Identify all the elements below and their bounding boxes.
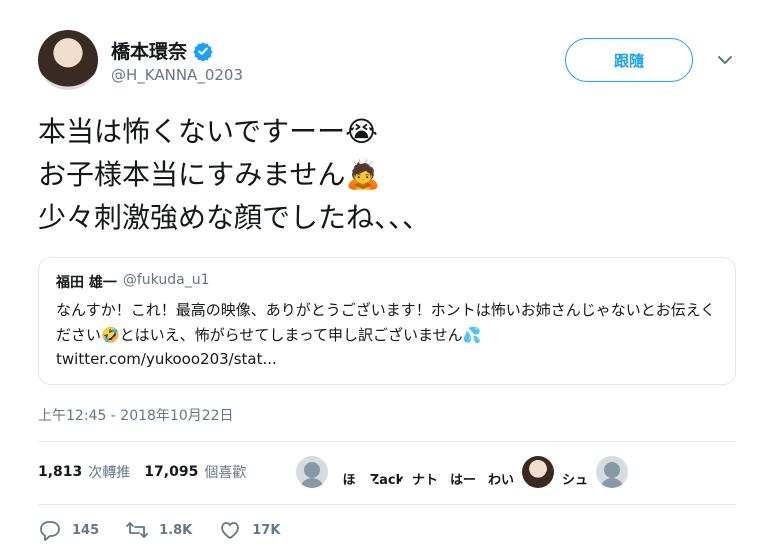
retweet-action-count: 1.8K — [159, 522, 193, 538]
retweet-icon — [126, 522, 149, 538]
follow-button[interactable]: 跟隨 — [565, 38, 693, 82]
liker-avatar[interactable] — [296, 456, 328, 488]
quoted-tweet-link[interactable]: twitter.com/yukooo203/stat... — [56, 350, 277, 368]
quoted-tweet-text: なんすか！これ！最高の映像、ありがとうございます！ホントは怖いお姉さんじゃないと… — [56, 301, 716, 344]
liker-avatar[interactable]: シュ — [558, 456, 592, 488]
liker-avatar[interactable]: ナト — [408, 456, 442, 488]
liker-avatar[interactable] — [522, 456, 554, 488]
liker-avatar[interactable]: はー — [446, 456, 480, 488]
like-count-label[interactable]: 個喜歡 — [204, 462, 246, 482]
like-action-count: 17K — [252, 522, 281, 538]
retweet-count[interactable]: 1,813 — [38, 464, 82, 480]
tweet-actions: 145 1.8K 17K — [38, 519, 306, 541]
tweet-text: 本当は怖くないですーー😭 お子様本当にすみません🙇 少々刺激強めな顔でしたね、、… — [38, 115, 431, 234]
retweet-count-label[interactable]: 次轉推 — [88, 462, 130, 482]
verified-badge-icon — [193, 41, 213, 61]
liker-avatars: ほ Zack ナト はー わい シュ — [296, 456, 628, 488]
heart-icon — [221, 522, 240, 539]
reply-button[interactable]: 145 — [38, 519, 99, 541]
quoted-user-name: 福田 雄一 — [56, 275, 117, 291]
liker-avatar[interactable] — [596, 456, 628, 488]
like-button[interactable]: 17K — [218, 519, 280, 541]
user-name[interactable]: 橋本環奈 — [111, 37, 187, 64]
chevron-down-icon[interactable] — [716, 52, 734, 68]
user-handle[interactable]: @H_KANNA_0203 — [111, 66, 243, 84]
like-count[interactable]: 17,095 — [144, 464, 198, 480]
avatar[interactable] — [38, 30, 98, 90]
quoted-tweet-header: 福田 雄一 @fukuda_u1 — [56, 272, 209, 292]
liker-avatar[interactable]: わい — [484, 456, 518, 488]
quoted-tweet[interactable]: 福田 雄一 @fukuda_u1 なんすか！これ！最高の映像、ありがとうございま… — [38, 257, 736, 385]
divider — [38, 441, 736, 442]
reply-count: 145 — [72, 522, 100, 538]
user-name-row[interactable]: 橋本環奈 — [111, 37, 213, 64]
liker-avatar[interactable]: ほ — [332, 456, 366, 488]
reply-icon — [40, 521, 60, 541]
tweet-timestamp[interactable]: 上午12:45 - 2018年10月22日 — [38, 405, 234, 425]
tweet-stats: 1,813 次轉推 17,095 個喜歡 — [38, 462, 246, 482]
divider — [38, 504, 736, 505]
liker-avatar[interactable]: Zack — [370, 456, 404, 488]
retweet-button[interactable]: 1.8K — [125, 519, 192, 541]
quoted-user-handle: @fukuda_u1 — [122, 272, 210, 288]
